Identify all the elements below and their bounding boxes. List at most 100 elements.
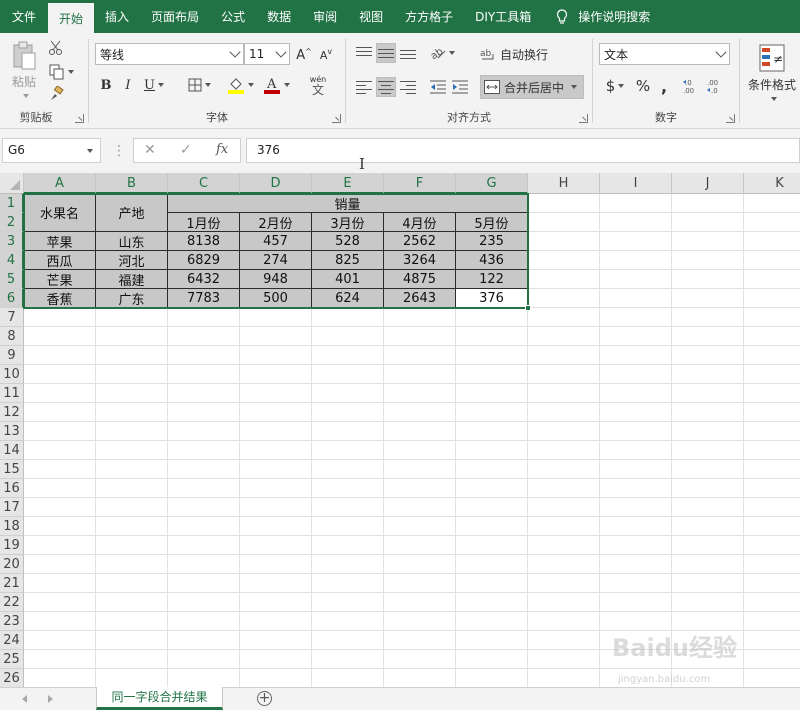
increase-decimal-button[interactable]: .0.00 [681, 75, 703, 97]
phonetic-button[interactable]: wén 文 [303, 71, 333, 99]
row-header-15[interactable]: 15 [0, 460, 24, 479]
row-header-22[interactable]: 22 [0, 593, 24, 612]
header-cell-month[interactable]: 5月份 [456, 213, 528, 232]
decrease-indent-button[interactable] [428, 77, 448, 97]
cell-value[interactable]: 4875 [384, 270, 456, 289]
tab-diy-toolbox[interactable]: DIY工具箱 [464, 0, 542, 33]
font-name-combo[interactable]: 等线 [95, 43, 244, 65]
row-header-26[interactable]: 26 [0, 669, 24, 687]
decrease-font-button[interactable]: Av [317, 45, 335, 65]
cell-fruit[interactable]: 苹果 [24, 232, 96, 251]
cell-value[interactable]: 8138 [168, 232, 240, 251]
cell-fruit[interactable]: 芒果 [24, 270, 96, 289]
row-header-10[interactable]: 10 [0, 365, 24, 384]
cut-button[interactable] [46, 39, 66, 57]
cell-value[interactable]: 500 [240, 289, 312, 308]
cell-value[interactable]: 436 [456, 251, 528, 270]
worksheet-grid[interactable]: A B C D E F G H I J K 1 2 3 4 5 6 7 8 9 10 11 12 13 14 15 16 17 18 19… [0, 173, 800, 687]
paste-button[interactable]: 粘贴 [6, 37, 42, 101]
cell-origin[interactable]: 福建 [96, 270, 168, 289]
row-header-24[interactable]: 24 [0, 631, 24, 650]
row-header-16[interactable]: 16 [0, 479, 24, 498]
row-header-13[interactable]: 13 [0, 422, 24, 441]
cell-value[interactable]: 2643 [384, 289, 456, 308]
tab-insert[interactable]: 插入 [94, 0, 140, 33]
alignment-launcher-icon[interactable] [579, 114, 588, 123]
cell-value[interactable]: 401 [312, 270, 384, 289]
cancel-icon[interactable]: ✕ [144, 142, 156, 158]
cell-value[interactable]: 3264 [384, 251, 456, 270]
align-right-button[interactable] [398, 77, 418, 97]
increase-font-button[interactable]: A ^ [295, 45, 313, 65]
fill-color-button[interactable] [225, 73, 255, 97]
tab-fangfang[interactable]: 方方格子 [394, 0, 464, 33]
row-header-21[interactable]: 21 [0, 574, 24, 593]
row-header-18[interactable]: 18 [0, 517, 24, 536]
cell-value[interactable]: 7783 [168, 289, 240, 308]
row-header-8[interactable]: 8 [0, 327, 24, 346]
column-header-c[interactable]: C [168, 173, 240, 194]
tab-view[interactable]: 视图 [348, 0, 394, 33]
active-cell[interactable]: 376 [456, 289, 528, 308]
decrease-decimal-button[interactable]: .00.0 [705, 75, 727, 97]
align-left-button[interactable] [354, 77, 374, 97]
align-top-button[interactable] [354, 43, 374, 63]
currency-button[interactable]: $ [601, 75, 629, 97]
cell-origin[interactable]: 山东 [96, 232, 168, 251]
cell-origin[interactable]: 广东 [96, 289, 168, 308]
row-header-14[interactable]: 14 [0, 441, 24, 460]
cell-value[interactable]: 825 [312, 251, 384, 270]
row-header-5[interactable]: 5 [0, 270, 24, 289]
column-header-k[interactable]: K [744, 173, 800, 194]
clipboard-launcher-icon[interactable] [75, 114, 84, 123]
row-header-23[interactable]: 23 [0, 612, 24, 631]
fill-handle[interactable] [525, 305, 531, 311]
column-header-d[interactable]: D [240, 173, 312, 194]
name-box[interactable]: G6 [2, 138, 101, 163]
insert-function-icon[interactable]: fx [216, 142, 228, 157]
percent-button[interactable]: % [633, 75, 653, 97]
row-header-2[interactable]: 2 [0, 213, 24, 232]
header-cell-origin[interactable]: 产地 [96, 194, 168, 232]
underline-button[interactable]: U [141, 75, 167, 95]
header-cell-month[interactable]: 3月份 [312, 213, 384, 232]
bold-button[interactable]: B [97, 75, 115, 95]
column-header-j[interactable]: J [672, 173, 744, 194]
row-header-20[interactable]: 20 [0, 555, 24, 574]
column-header-e[interactable]: E [312, 173, 384, 194]
row-header-17[interactable]: 17 [0, 498, 24, 517]
row-header-1[interactable]: 1 [0, 194, 24, 213]
orientation-button[interactable]: ab [428, 43, 456, 63]
header-cell-month[interactable]: 2月份 [240, 213, 312, 232]
cell-value[interactable]: 122 [456, 270, 528, 289]
copy-button[interactable] [46, 63, 76, 81]
wrap-text-button[interactable]: ab 自动换行 [480, 43, 560, 65]
cell-value[interactable]: 528 [312, 232, 384, 251]
font-launcher-icon[interactable] [332, 114, 341, 123]
conditional-formatting-button[interactable]: ≠ 条件格式 [744, 39, 800, 105]
formula-input[interactable]: 376 [246, 138, 800, 163]
header-cell-month[interactable]: 4月份 [384, 213, 456, 232]
tell-me-search[interactable]: 操作说明搜索 [542, 0, 661, 33]
row-header-6[interactable]: 6 [0, 289, 24, 308]
row-header-19[interactable]: 19 [0, 536, 24, 555]
column-header-i[interactable]: I [600, 173, 672, 194]
cell-value[interactable]: 6432 [168, 270, 240, 289]
column-header-b[interactable]: B [96, 173, 168, 194]
tab-file[interactable]: 文件 [0, 0, 48, 33]
formula-bar-grip[interactable]: ⋮ [112, 143, 126, 159]
tab-review[interactable]: 审阅 [302, 0, 348, 33]
prev-sheet-icon[interactable] [22, 695, 27, 703]
cell-value[interactable]: 235 [456, 232, 528, 251]
align-center-button[interactable] [376, 77, 396, 97]
cell-value[interactable]: 6829 [168, 251, 240, 270]
number-format-combo[interactable]: 文本 [599, 43, 730, 65]
header-cell-sales[interactable]: 销量 [168, 194, 528, 213]
enter-icon[interactable]: ✓ [180, 142, 192, 158]
add-sheet-button[interactable]: + [257, 691, 272, 706]
font-size-combo[interactable]: 11 [244, 43, 290, 65]
align-bottom-button[interactable] [398, 43, 418, 63]
cell-fruit[interactable]: 西瓜 [24, 251, 96, 270]
italic-button[interactable]: I [119, 75, 137, 95]
row-header-11[interactable]: 11 [0, 384, 24, 403]
